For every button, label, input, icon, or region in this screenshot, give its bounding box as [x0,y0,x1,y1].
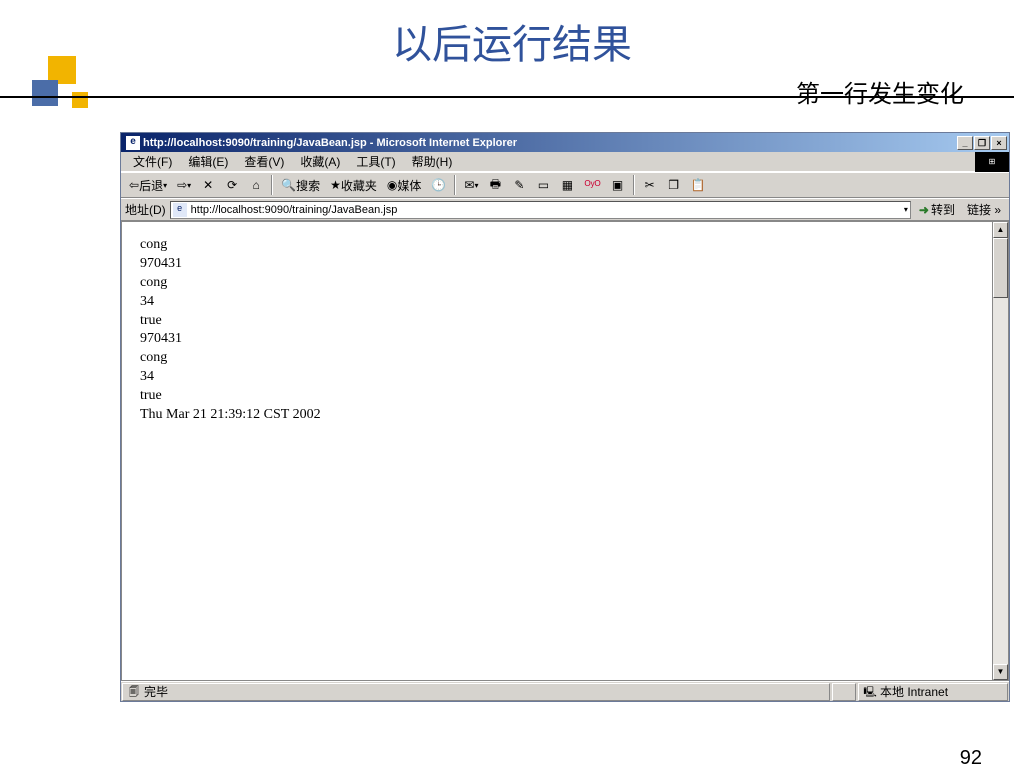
fullscreen-button[interactable]: ▣ [607,174,629,196]
status-pane-main: 🗐 完毕 [122,683,830,701]
media-icon: ◉ [387,178,397,192]
vertical-scrollbar[interactable]: ▲ ▼ [992,222,1008,680]
output-line: cong [140,236,974,255]
page-icon: e [173,203,187,217]
menubar: 文件(F) 编辑(E) 查看(V) 收藏(A) 工具(T) 帮助(H) ⊞ [121,152,1009,172]
horizontal-rule [0,96,1014,98]
discuss-button[interactable]: ▭ [532,174,554,196]
status-pane-empty [832,683,856,701]
toolbar: ⇦ 后退 ▾ ⇨ ▾ ✕ ⟳ ⌂ 🔍 搜索 ★ 收藏夹 ◉ 媒体 🕒 ✉▾ 🖶 … [121,172,1009,198]
go-arrow-icon: ➜ [919,203,929,217]
status-pane-zone: 🖳 本地 Intranet [858,683,1008,701]
menu-tools[interactable]: 工具(T) [348,151,403,172]
stop-button[interactable]: ✕ [197,174,219,196]
search-button[interactable]: 🔍 搜索 [277,174,324,196]
dropdown-icon: ▾ [163,181,167,190]
home-button[interactable]: ⌂ [245,174,267,196]
history-button[interactable]: 🕒 [427,174,450,196]
toolbar-separator [454,175,456,195]
search-icon: 🔍 [281,178,296,192]
output-line: 34 [140,368,974,387]
go-button[interactable]: ➜ 转到 [915,201,959,218]
output-line: cong [140,274,974,293]
related-button[interactable]: ▦ [556,174,578,196]
slide-accent-graphic [28,56,98,126]
output-line: Thu Mar 21 21:39:12 CST 2002 [140,406,974,425]
address-url-text: http://localhost:9090/training/JavaBean.… [191,204,398,216]
window-titlebar: e http://localhost:9090/training/JavaBea… [121,133,1009,152]
refresh-button[interactable]: ⟳ [221,174,243,196]
forward-button[interactable]: ⇨ ▾ [173,174,195,196]
ie-browser-window: e http://localhost:9090/training/JavaBea… [120,132,1010,702]
dropdown-icon[interactable]: ▾ [904,205,908,214]
zone-text: 本地 Intranet [880,683,948,700]
scroll-track[interactable] [993,238,1008,664]
menu-favorites[interactable]: 收藏(A) [292,151,348,172]
eyes-icon[interactable]: ᴼʸᴼ [580,174,604,196]
page-content-area: cong 970431 cong 34 true 970431 cong 34 … [121,221,1009,681]
links-button[interactable]: 链接 » [963,201,1005,218]
menu-edit[interactable]: 编辑(E) [180,151,236,172]
media-button[interactable]: ◉ 媒体 [383,174,426,196]
toolbar-separator [271,175,273,195]
scroll-down-arrow-icon[interactable]: ▼ [993,664,1008,680]
chevron-right-icon: » [994,203,1001,217]
output-line: 34 [140,293,974,312]
minimize-button[interactable]: _ [957,136,973,150]
print-button[interactable]: 🖶 [484,174,506,196]
window-title-text: http://localhost:9090/training/JavaBean.… [143,137,957,149]
close-button[interactable]: × [991,136,1007,150]
slide-page-number: 92 [960,747,982,770]
output-line: true [140,387,974,406]
address-bar: 地址(D) e http://localhost:9090/training/J… [121,198,1009,221]
star-icon: ★ [330,178,341,192]
back-arrow-icon: ⇦ [129,178,139,192]
scroll-thumb[interactable] [993,238,1008,298]
favorites-button[interactable]: ★ 收藏夹 [326,174,381,196]
ie-icon: e [126,136,140,150]
back-button[interactable]: ⇦ 后退 ▾ [125,174,171,196]
output-line: 970431 [140,330,974,349]
scroll-up-arrow-icon[interactable]: ▲ [993,222,1008,238]
slide-subtitle: 第一行发生变化 [796,74,964,109]
page-body: cong 970431 cong 34 true 970431 cong 34 … [122,222,992,680]
paste-button[interactable]: 📋 [687,174,710,196]
mail-button[interactable]: ✉▾ [460,174,482,196]
output-line: true [140,312,974,331]
slide-title: 以后运行结果 [0,12,1024,70]
restore-button[interactable]: ❐ [974,136,990,150]
copy-button[interactable]: ❐ [663,174,685,196]
cut-button[interactable]: ✂ [639,174,661,196]
ie-throbber-logo: ⊞ [975,152,1009,172]
menu-view[interactable]: 查看(V) [236,151,292,172]
toolbar-separator [633,175,635,195]
address-input[interactable]: e http://localhost:9090/training/JavaBea… [170,201,911,219]
status-text: 完毕 [144,683,168,700]
output-line: 970431 [140,255,974,274]
edit-button[interactable]: ✎ [508,174,530,196]
menu-help[interactable]: 帮助(H) [404,151,461,172]
status-bar: 🗐 完毕 🖳 本地 Intranet [121,681,1009,701]
menu-file[interactable]: 文件(F) [125,151,180,172]
intranet-icon: 🖳 [863,685,877,699]
page-icon: 🗐 [127,685,141,699]
address-label: 地址(D) [125,201,166,218]
output-line: cong [140,349,974,368]
